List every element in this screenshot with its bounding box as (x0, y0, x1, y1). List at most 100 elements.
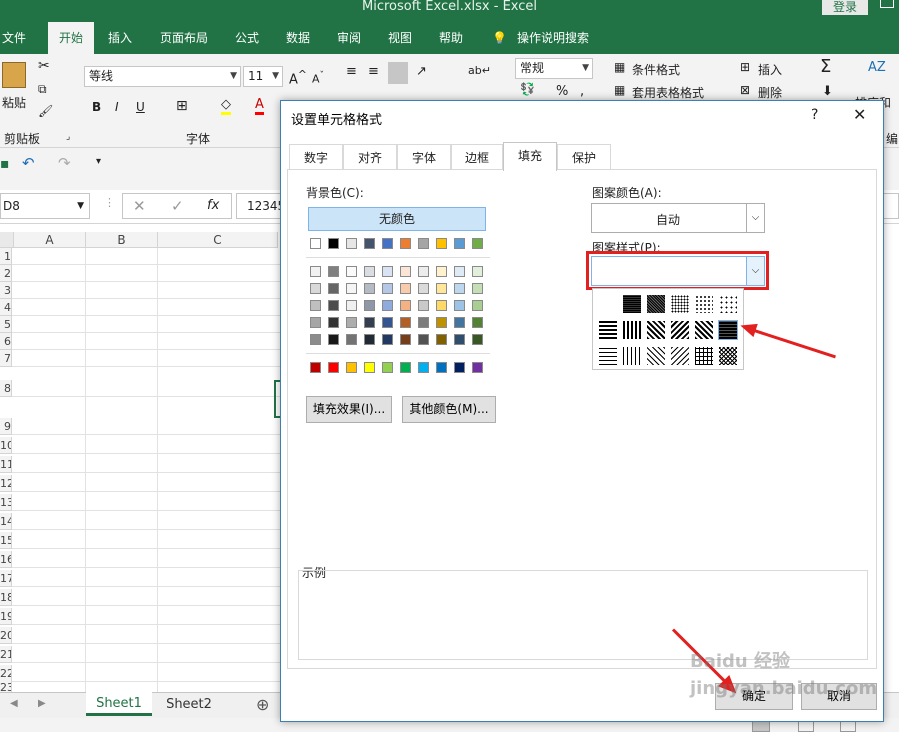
fill-down-icon[interactable]: ⬇ (822, 84, 833, 99)
pattern-swatch[interactable] (647, 321, 665, 339)
more-colors-button[interactable]: 其他颜色(M)... (402, 396, 496, 423)
align-bottom-icon[interactable] (388, 62, 408, 84)
row-header[interactable]: 16 (0, 551, 12, 568)
help-button[interactable]: ? (811, 107, 818, 123)
insert-cells-button[interactable]: 插入 (758, 61, 782, 78)
row-header[interactable]: 21 (0, 646, 12, 663)
pattern-swatch[interactable] (623, 321, 641, 339)
tab-home[interactable]: 开始 (48, 22, 94, 54)
delete-cells-button[interactable]: 删除 (758, 84, 782, 101)
color-swatch[interactable] (310, 362, 321, 373)
close-icon[interactable]: ✕ (853, 105, 866, 124)
color-swatch[interactable] (454, 300, 465, 311)
color-swatch[interactable] (382, 238, 393, 249)
conditional-format-icon[interactable]: ▦ (614, 60, 625, 74)
row-header[interactable]: 20 (0, 627, 12, 644)
save-icon[interactable]: ▪ (0, 156, 10, 172)
color-swatch[interactable] (364, 334, 375, 345)
tab-font[interactable]: 字体 (397, 144, 451, 170)
color-swatch[interactable] (364, 317, 375, 328)
color-swatch[interactable] (400, 317, 411, 328)
color-swatch[interactable] (310, 300, 321, 311)
row-header[interactable]: 15 (0, 532, 12, 549)
color-swatch[interactable] (454, 238, 465, 249)
tab-alignment[interactable]: 对齐 (343, 144, 397, 170)
border-icon[interactable]: ⊞ (176, 98, 188, 114)
color-swatch[interactable] (472, 238, 483, 249)
row-header[interactable]: 17 (0, 570, 12, 587)
row-header[interactable]: 1 (0, 248, 12, 265)
color-swatch[interactable] (400, 362, 411, 373)
undo-icon[interactable]: ↶ (22, 154, 35, 172)
color-swatch[interactable] (310, 334, 321, 345)
bold-icon[interactable]: B (92, 100, 101, 114)
color-swatch[interactable] (400, 283, 411, 294)
pattern-swatch[interactable] (599, 295, 617, 313)
column-header-c[interactable]: C (158, 232, 278, 248)
color-swatch[interactable] (364, 283, 375, 294)
font-size-select[interactable]: 11 ▼ (243, 66, 283, 87)
row-header[interactable]: 4 (0, 299, 12, 316)
login-button[interactable]: 登录 (822, 0, 868, 15)
add-sheet-icon[interactable]: ⊕ (256, 695, 269, 714)
font-color-icon[interactable]: A (255, 97, 264, 115)
color-swatch[interactable] (472, 266, 483, 277)
color-swatch[interactable] (346, 266, 357, 277)
name-box[interactable]: D8 ▼ (0, 193, 90, 219)
fill-color-icon[interactable]: ◇ (221, 97, 231, 115)
number-format-select[interactable]: 常规 ▼ (515, 58, 593, 79)
cut-icon[interactable]: ✂ (38, 58, 50, 74)
scroll-left-icon[interactable]: ◀ (10, 698, 18, 709)
color-swatch[interactable] (436, 266, 447, 277)
color-swatch[interactable] (346, 238, 357, 249)
tab-page-layout[interactable]: 页面布局 (160, 22, 208, 54)
pattern-swatch[interactable] (671, 295, 689, 313)
delete-cells-icon[interactable]: ⊠ (740, 83, 750, 97)
color-swatch[interactable] (472, 334, 483, 345)
sheet-tab-sheet1[interactable]: Sheet1 (86, 692, 152, 716)
color-swatch[interactable] (310, 238, 321, 249)
shrink-font-icon[interactable]: Aˇ (312, 70, 324, 86)
fill-effects-button[interactable]: 填充效果(I)... (306, 396, 392, 423)
conditional-format-button[interactable]: 条件格式 (632, 61, 680, 78)
column-header-b[interactable]: B (86, 232, 158, 248)
color-swatch[interactable] (364, 300, 375, 311)
color-swatch[interactable] (400, 300, 411, 311)
color-swatch[interactable] (400, 238, 411, 249)
select-all-corner[interactable] (0, 232, 14, 248)
color-swatch[interactable] (346, 300, 357, 311)
sheet-tab-sheet2[interactable]: Sheet2 (156, 693, 222, 717)
color-swatch[interactable] (418, 238, 429, 249)
tab-file[interactable]: 文件 (2, 22, 26, 54)
tab-border[interactable]: 边框 (451, 144, 503, 170)
color-swatch[interactable] (436, 362, 447, 373)
pattern-swatch[interactable] (623, 295, 641, 313)
grow-font-icon[interactable]: A^ (289, 68, 307, 87)
paste-icon[interactable] (2, 62, 26, 88)
insert-cells-icon[interactable]: ⊞ (740, 60, 750, 74)
row-header[interactable]: 8 (0, 380, 12, 397)
color-swatch[interactable] (382, 266, 393, 277)
copy-icon[interactable]: ⧉ (38, 82, 47, 97)
pattern-swatch[interactable] (719, 295, 737, 313)
color-swatch[interactable] (454, 266, 465, 277)
align-top-icon[interactable]: ≡ (346, 64, 357, 79)
color-swatch[interactable] (328, 283, 339, 294)
color-swatch[interactable] (472, 362, 483, 373)
comma-icon[interactable]: , (580, 84, 584, 99)
customize-qat-icon[interactable]: ▾ (96, 156, 101, 167)
row-header[interactable]: 2 (0, 265, 12, 282)
color-swatch[interactable] (346, 283, 357, 294)
restore-icon[interactable] (880, 0, 894, 8)
cancel-icon[interactable]: ✕ (133, 197, 146, 215)
row-header[interactable]: 5 (0, 316, 12, 333)
dialog-launcher-icon[interactable]: ⌟ (66, 132, 70, 142)
pattern-swatch[interactable] (599, 321, 617, 339)
color-swatch[interactable] (418, 317, 429, 328)
color-swatch[interactable] (418, 334, 429, 345)
color-swatch[interactable] (436, 317, 447, 328)
color-swatch[interactable] (454, 283, 465, 294)
row-header[interactable]: 11 (0, 456, 12, 473)
color-swatch[interactable] (436, 334, 447, 345)
orientation-icon[interactable]: ↗ (416, 64, 427, 79)
